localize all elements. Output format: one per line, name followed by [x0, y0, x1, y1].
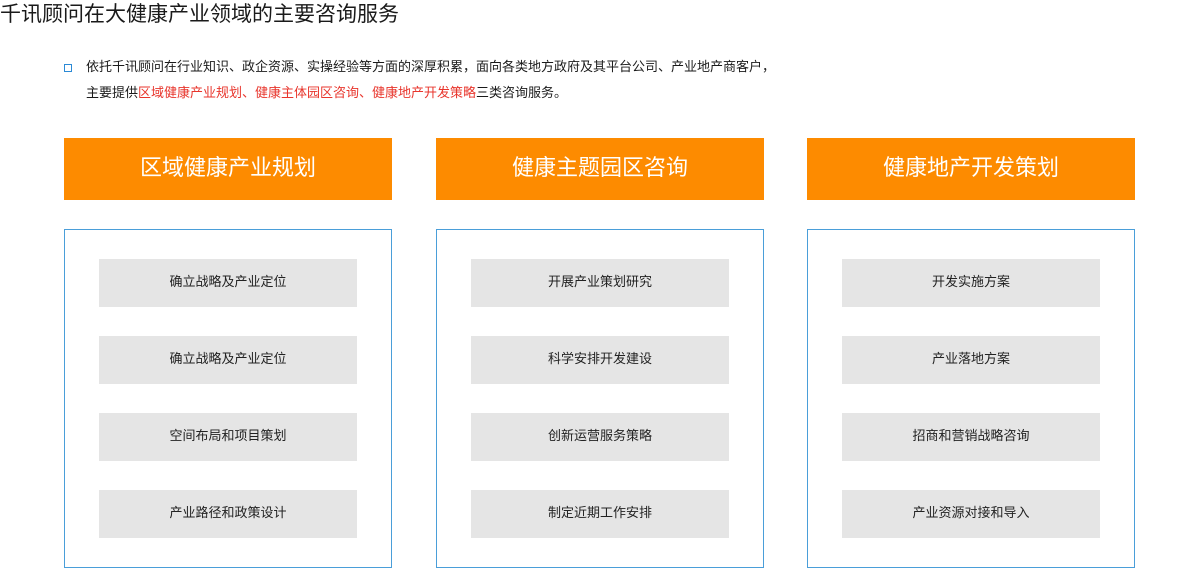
service-item: 制定近期工作安排 — [471, 490, 729, 538]
page-title: 千讯顾问在大健康产业领域的主要咨询服务 — [0, 2, 399, 26]
service-item: 产业落地方案 — [842, 336, 1100, 384]
intro-line-2-prefix: 主要提供 — [86, 86, 139, 101]
service-item: 创新运营服务策略 — [471, 413, 729, 461]
column-items-box: 开展产业策划研究 科学安排开发建设 创新运营服务策略 制定近期工作安排 — [436, 229, 764, 568]
column-header: 健康地产开发策划 — [807, 138, 1135, 200]
service-item: 招商和营销战略咨询 — [842, 413, 1100, 461]
service-item: 开发实施方案 — [842, 259, 1100, 307]
square-bullet-icon — [64, 64, 72, 72]
service-item: 开展产业策划研究 — [471, 259, 729, 307]
column-items-box: 开发实施方案 产业落地方案 招商和营销战略咨询 产业资源对接和导入 — [807, 229, 1135, 568]
service-column-real-estate: 健康地产开发策划 开发实施方案 产业落地方案 招商和营销战略咨询 产业资源对接和… — [807, 138, 1135, 568]
intro-highlight-services: 区域健康产业规划、健康主体园区咨询、健康地产开发策略 — [138, 86, 477, 101]
service-item: 产业资源对接和导入 — [842, 490, 1100, 538]
service-item: 科学安排开发建设 — [471, 336, 729, 384]
column-header: 健康主题园区咨询 — [436, 138, 764, 200]
service-item: 确立战略及产业定位 — [99, 336, 357, 384]
intro-line-2-suffix: 三类咨询服务。 — [476, 86, 568, 101]
column-items-box: 确立战略及产业定位 确立战略及产业定位 空间布局和项目策划 产业路径和政策设计 — [64, 229, 392, 568]
service-item: 产业路径和政策设计 — [99, 490, 357, 538]
service-column-regional-planning: 区域健康产业规划 确立战略及产业定位 确立战略及产业定位 空间布局和项目策划 产… — [64, 138, 392, 568]
service-column-theme-park: 健康主题园区咨询 开展产业策划研究 科学安排开发建设 创新运营服务策略 制定近期… — [436, 138, 764, 568]
intro-line-1: 依托千讯顾问在行业知识、政企资源、实操经验等方面的深厚积累，面向各类地方政府及其… — [86, 60, 776, 75]
intro-line-2: 主要提供区域健康产业规划、健康主体园区咨询、健康地产开发策略三类咨询服务。 — [86, 82, 567, 106]
service-item: 确立战略及产业定位 — [99, 259, 357, 307]
column-header: 区域健康产业规划 — [64, 138, 392, 200]
service-item: 空间布局和项目策划 — [99, 413, 357, 461]
